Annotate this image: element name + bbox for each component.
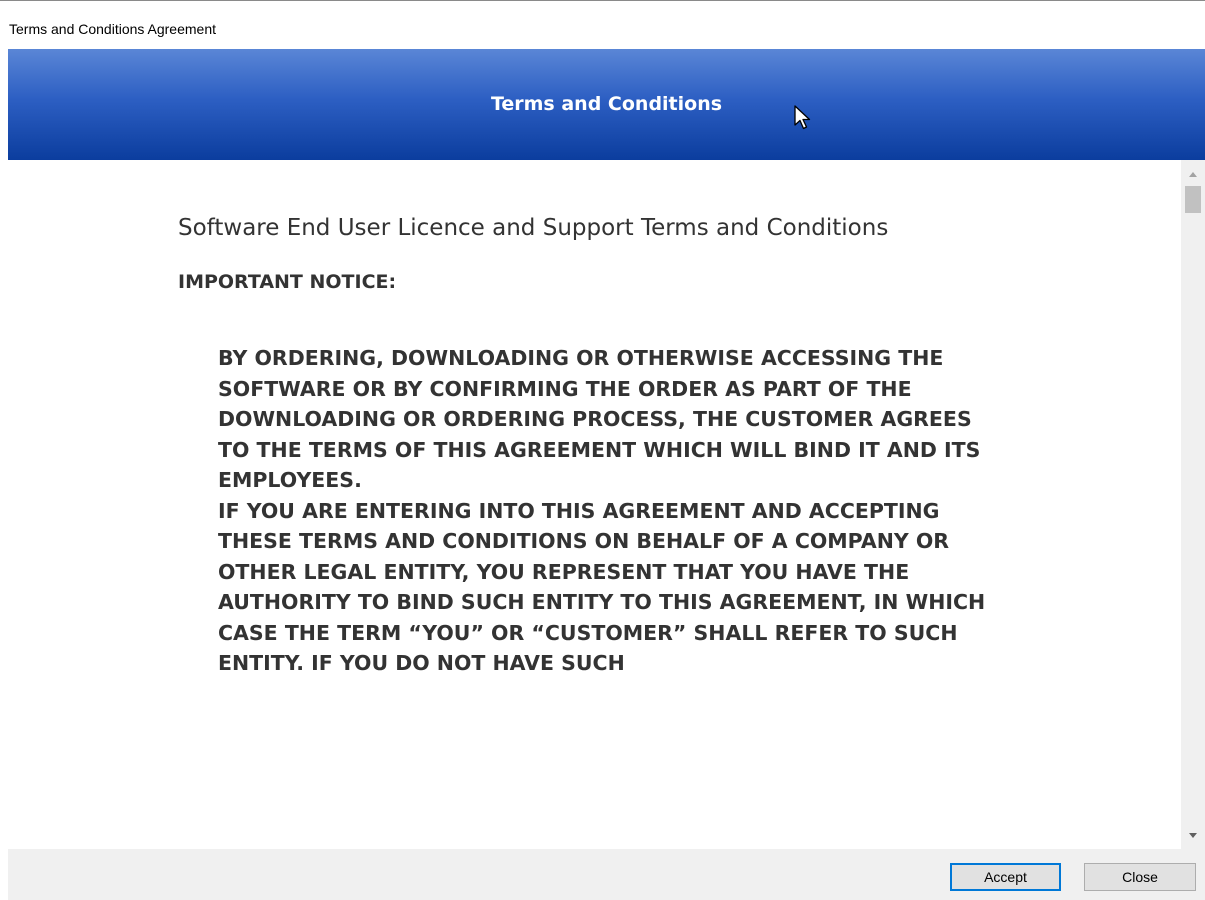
close-button[interactable]: Close (1084, 863, 1196, 891)
terms-dialog: Terms and Conditions Agreement Terms and… (0, 0, 1205, 900)
mouse-pointer-icon (794, 105, 811, 130)
window-title: Terms and Conditions Agreement (9, 21, 216, 37)
notice-paragraph: BY ORDERING, DOWNLOADING OR OTHERWISE AC… (218, 346, 981, 492)
scroll-thumb[interactable] (1185, 186, 1201, 213)
important-notice-label: IMPORTANT NOTICE: (178, 271, 397, 293)
scroll-up-arrow-icon[interactable] (1181, 164, 1205, 184)
header-banner: Terms and Conditions (8, 49, 1205, 160)
document-heading: Software End User Licence and Support Te… (178, 215, 889, 241)
accept-button[interactable]: Accept (950, 863, 1061, 891)
title-bar: Terms and Conditions Agreement (0, 1, 1205, 49)
scroll-down-arrow-icon[interactable] (1181, 825, 1205, 845)
banner-title: Terms and Conditions (490, 93, 723, 115)
terms-content-pane[interactable]: Software End User Licence and Support Te… (8, 160, 1181, 849)
terms-document: Software End User Licence and Support Te… (178, 210, 998, 679)
notice-paragraph: IF YOU ARE ENTERING INTO THIS AGREEMENT … (218, 498, 986, 676)
button-bar: Accept Close (8, 849, 1205, 900)
vertical-scrollbar[interactable] (1181, 160, 1205, 849)
notice-body: BY ORDERING, DOWNLOADING OR OTHERWISE AC… (218, 343, 998, 679)
